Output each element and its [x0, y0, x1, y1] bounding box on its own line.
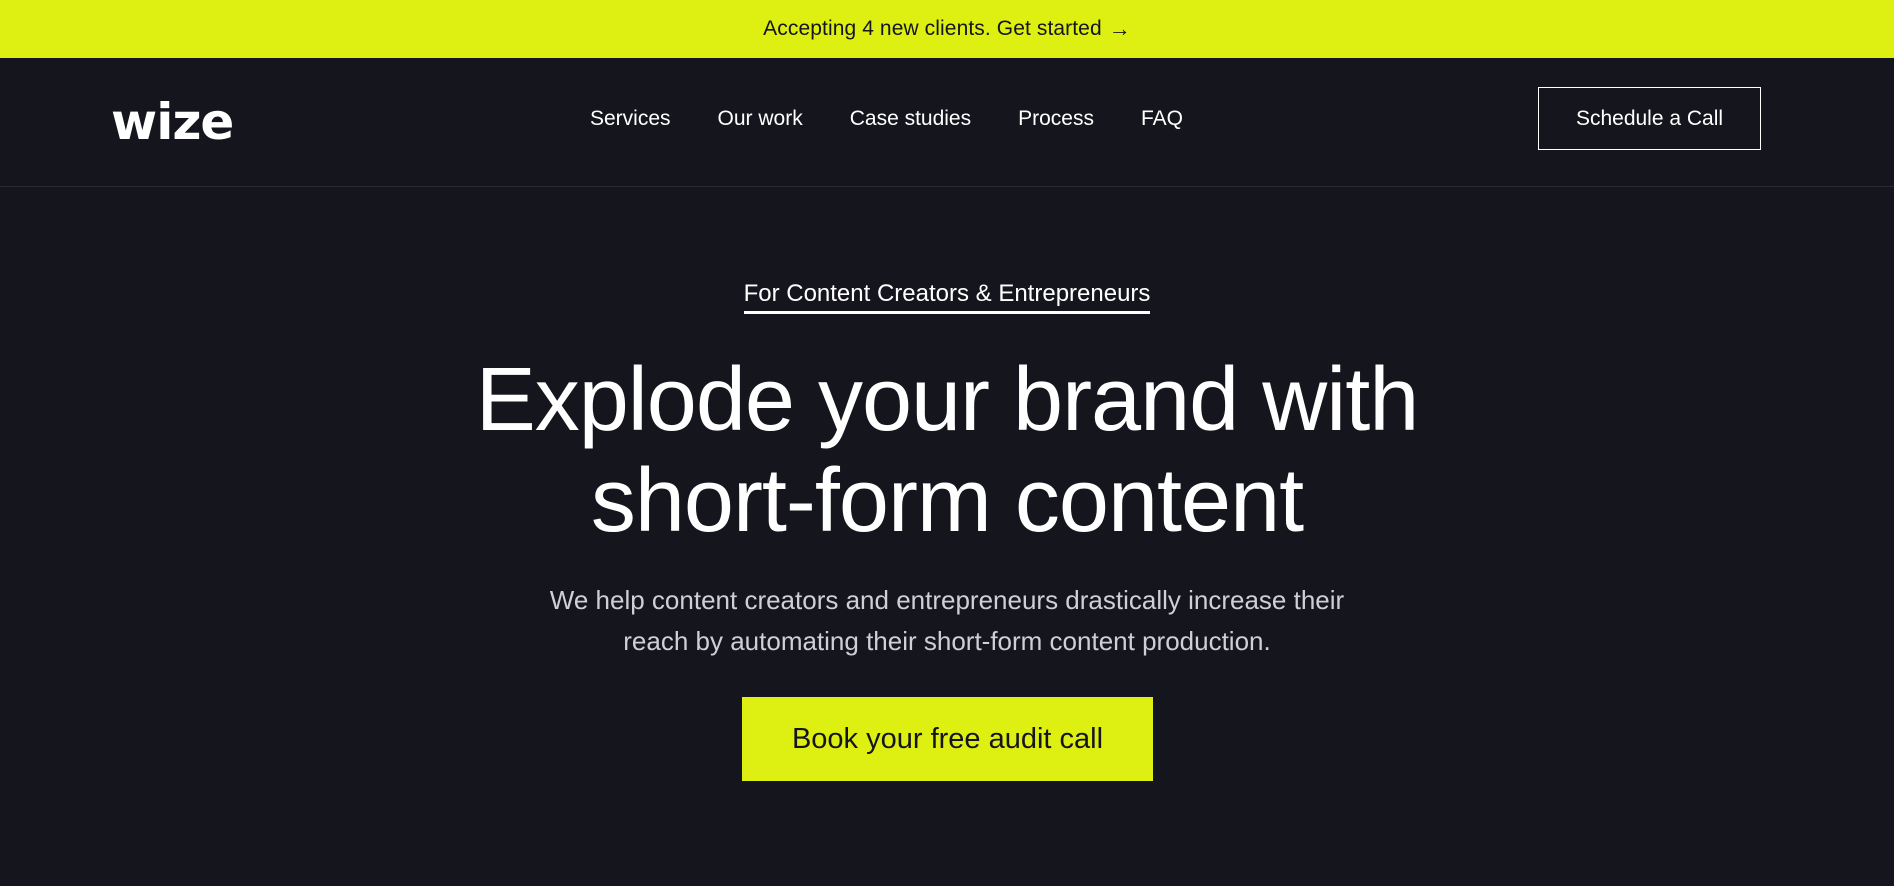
logo[interactable]: wize: [111, 97, 234, 147]
schedule-call-button[interactable]: Schedule a Call: [1538, 87, 1761, 150]
announcement-text[interactable]: Accepting 4 new clients. Get started: [763, 17, 1102, 41]
announcement-bar[interactable]: Accepting 4 new clients. Get started →: [0, 0, 1894, 58]
arrow-right-icon: →: [1108, 16, 1131, 41]
site-header: wize Services Our work Case studies Proc…: [0, 58, 1894, 187]
main-nav: Services Our work Case studies Process F…: [590, 107, 1183, 131]
subheadline-line-2: reach by automating their short-form con…: [623, 626, 1271, 656]
hero-eyebrow: For Content Creators & Entrepreneurs: [0, 280, 1894, 314]
headline-line-2: short-form content: [590, 451, 1304, 551]
hero-subheadline: We help content creators and entrepreneu…: [0, 580, 1894, 662]
nav-item-our-work[interactable]: Our work: [718, 107, 803, 131]
nav-item-services[interactable]: Services: [590, 107, 671, 131]
book-audit-call-button[interactable]: Book your free audit call: [742, 697, 1153, 781]
eyebrow-text: For Content Creators & Entrepreneurs: [743, 280, 1151, 314]
hero-headline: Explode your brand with short-form conte…: [0, 350, 1894, 552]
nav-item-case-studies[interactable]: Case studies: [850, 107, 971, 131]
headline-line-1: Explode your brand with: [475, 350, 1420, 450]
nav-item-faq[interactable]: FAQ: [1141, 107, 1183, 131]
subheadline-line-1: We help content creators and entrepreneu…: [549, 585, 1345, 615]
nav-item-process[interactable]: Process: [1018, 107, 1094, 131]
